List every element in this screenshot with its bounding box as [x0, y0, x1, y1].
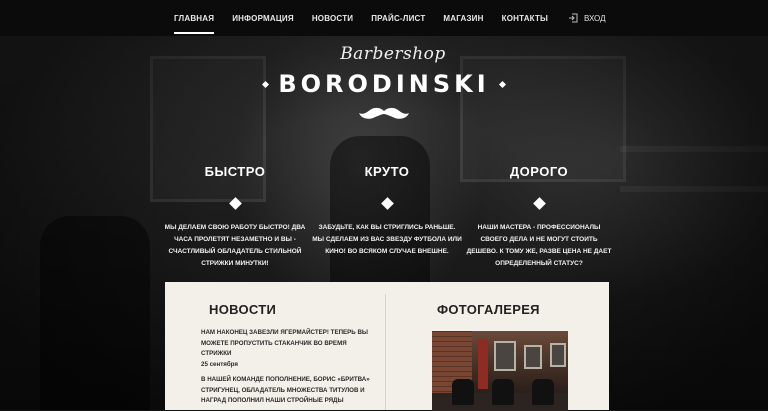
- main-nav: ГЛАВНАЯ ИНФОРМАЦИЯ НОВОСТИ ПРАЙС-ЛИСТ МА…: [174, 0, 566, 36]
- gallery-photo[interactable]: [432, 331, 568, 411]
- news-item[interactable]: НАМ НАКОНЕЦ ЗАВЕЗЛИ ЯГЕРМАЙСТЕР! ТЕПЕРЬ …: [201, 328, 371, 370]
- logo-diamond-left-icon: [262, 80, 270, 88]
- feature-text: ЗАБУДЬТЕ, КАК ВЫ СТРИГЛИСЬ РАНЬШЕ. МЫ СД…: [312, 224, 462, 255]
- nav-item-news[interactable]: НОВОСТИ: [312, 0, 353, 36]
- site-logo[interactable]: Barbershop BORODINSKI: [0, 44, 768, 122]
- feature-cool: КРУТО ЗАБУДЬТЕ, КАК ВЫ СТРИГЛИСЬ РАНЬШЕ.…: [312, 164, 462, 258]
- content-panel: НОВОСТИ НАМ НАКОНЕЦ ЗАВЕЗЛИ ЯГЕРМАЙСТЕР!…: [165, 282, 609, 411]
- photo-mirror: [524, 345, 542, 369]
- nav-item-contacts[interactable]: КОНТАКТЫ: [502, 0, 548, 36]
- news-item-text: НАМ НАКОНЕЦ ЗАВЕЗЛИ ЯГЕРМАЙСТЕР! ТЕПЕРЬ …: [201, 329, 368, 357]
- logo-name: BORODINSKI: [278, 70, 490, 98]
- news-item-date: 25 сентября: [201, 360, 238, 368]
- photo-chair: [492, 379, 514, 405]
- logo-diamond-right-icon: [498, 80, 506, 88]
- login-link[interactable]: ВХОД: [568, 0, 606, 36]
- photo-chair: [532, 379, 554, 405]
- nav-item-shop[interactable]: МАГАЗИН: [443, 0, 483, 36]
- login-label: ВХОД: [584, 13, 606, 23]
- news-item[interactable]: В НАШЕЙ КОМАНДЕ ПОПОЛНЕНИЕ, БОРИС «БРИТВ…: [201, 375, 371, 407]
- photo-mirror: [550, 343, 566, 367]
- feature-title: БЫСТРО: [204, 164, 266, 179]
- news-section-title[interactable]: НОВОСТИ: [209, 302, 276, 317]
- news-item-text: В НАШЕЙ КОМАНДЕ ПОПОЛНЕНИЕ, БОРИС «БРИТВ…: [201, 376, 370, 404]
- nav-item-home[interactable]: ГЛАВНАЯ: [174, 0, 215, 36]
- feature-title: КРУТО: [364, 164, 410, 179]
- feature-text: НАШИ МАСТЕРА - ПРОФЕССИОНАЛЫ СВОЕГО ДЕЛА…: [466, 224, 612, 267]
- photo-curtain: [478, 339, 488, 389]
- login-icon: [569, 13, 578, 23]
- mustache-icon: [359, 107, 409, 119]
- panel-divider: [385, 294, 386, 410]
- diamond-icon: [532, 197, 546, 210]
- top-navbar: ГЛАВНАЯ ИНФОРМАЦИЯ НОВОСТИ ПРАЙС-ЛИСТ МА…: [0, 0, 768, 36]
- feature-fast: БЫСТРО МЫ ДЕЛАЕМ СВОЮ РАБОТУ БЫСТРО! ДВА…: [160, 164, 310, 270]
- logo-script-text: Barbershop: [340, 44, 446, 64]
- nav-item-price-list[interactable]: ПРАЙС-ЛИСТ: [371, 0, 425, 36]
- diamond-icon: [228, 197, 242, 210]
- feature-title: ДОРОГО: [509, 164, 569, 179]
- nav-item-info[interactable]: ИНФОРМАЦИЯ: [232, 0, 294, 36]
- photo-mirror: [494, 341, 516, 371]
- gallery-section-title[interactable]: ФОТОГАЛЕРЕЯ: [437, 302, 540, 317]
- diamond-icon: [380, 197, 394, 210]
- feature-expensive: ДОРОГО НАШИ МАСТЕРА - ПРОФЕССИОНАЛЫ СВОЕ…: [464, 164, 614, 270]
- feature-text: МЫ ДЕЛАЕМ СВОЮ РАБОТУ БЫСТРО! ДВА ЧАСА П…: [164, 224, 306, 267]
- photo-chair: [452, 379, 474, 405]
